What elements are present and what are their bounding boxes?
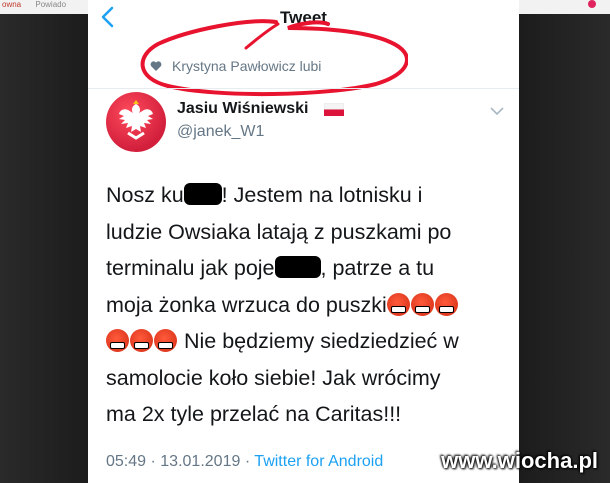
heart-icon (150, 61, 162, 71)
meta-separator: · (150, 453, 156, 470)
tweet-screen: Tweet Krystyna Pawłowicz lubi Jasiu Wiśn… (88, 0, 519, 483)
tweet-line: ma 2x tyle przelać na Caritas!!! (106, 402, 402, 426)
background-tab-label-2: Powiado (35, 0, 67, 9)
tweet-text-segment: moja żonka wrzuca do puszki (106, 292, 387, 317)
tweet-text-segment: Nie będziemy siedziedzieć w (178, 329, 459, 353)
censor-bar (274, 256, 321, 278)
background-left: owna Powiado (0, 0, 88, 483)
tweet-text-segment: Nosz ku (106, 183, 184, 207)
tweet-line: moja żonka wrzuca do puszki (106, 287, 511, 324)
chevron-down-icon[interactable] (489, 106, 505, 116)
face-with-symbols-on-mouth-icon (386, 292, 410, 316)
tweet-line: Nie będziemy siedziedzieć w (106, 323, 511, 360)
tweet-time: 05:49 (106, 453, 147, 470)
tweet-text-segment: , patrze a tu (320, 256, 435, 280)
face-with-symbols-on-mouth-icon (130, 329, 153, 352)
navigation-bar: Tweet (88, 0, 519, 40)
face-with-symbols-on-mouth-icon (410, 292, 434, 316)
notification-dot-icon (588, 0, 596, 8)
tweet-source-link[interactable]: Twitter for Android (254, 453, 383, 470)
tweet-text-segment: ! Jestem na lotnisku i (221, 183, 423, 207)
tweet-line: Nosz ku ! Jestem na lotnisku i (106, 177, 511, 214)
author-name[interactable]: Jasiu Wiśniewski (177, 100, 308, 118)
avatar[interactable] (106, 92, 166, 152)
divider (88, 88, 519, 89)
author-handle[interactable]: @janek_W1 (177, 123, 264, 141)
tweet-date: 13.01.2019 (160, 453, 241, 470)
tweet-line: samolocie koło siebie! Jak wrócimy (106, 365, 441, 390)
face-with-symbols-on-mouth-icon (106, 329, 129, 352)
tweet-line: ludzie Owsiaka latają z puszkami po (106, 219, 452, 244)
background-right (519, 0, 610, 483)
meta-separator: · (244, 453, 251, 470)
censor-bar (183, 183, 222, 205)
face-with-symbols-on-mouth-icon (434, 292, 458, 316)
browser-tabs-right (519, 0, 610, 14)
face-with-symbols-on-mouth-icon (154, 329, 177, 352)
poland-flag-icon (324, 103, 344, 116)
tweet-text: Nosz ku ! Jestem na lotnisku i ludzie Ows… (106, 177, 511, 433)
social-context-text: Krystyna Pawłowicz lubi (172, 58, 322, 74)
tweet-line: terminalu jak poje , patrze a tu (106, 250, 511, 287)
tweet-text-segment: terminalu jak poje (106, 256, 275, 280)
page-title: Tweet (280, 8, 327, 27)
site-watermark: www.wiocha.pl (441, 448, 598, 473)
tweet-meta: 05:49 · 13.01.2019 · Twitter for Android (106, 453, 383, 471)
background-tab-label: owna (2, 0, 22, 9)
browser-tabs-left: owna Powiado (0, 0, 88, 14)
eagle-emblem-icon (119, 100, 153, 140)
social-context[interactable]: Krystyna Pawłowicz lubi (150, 58, 321, 74)
